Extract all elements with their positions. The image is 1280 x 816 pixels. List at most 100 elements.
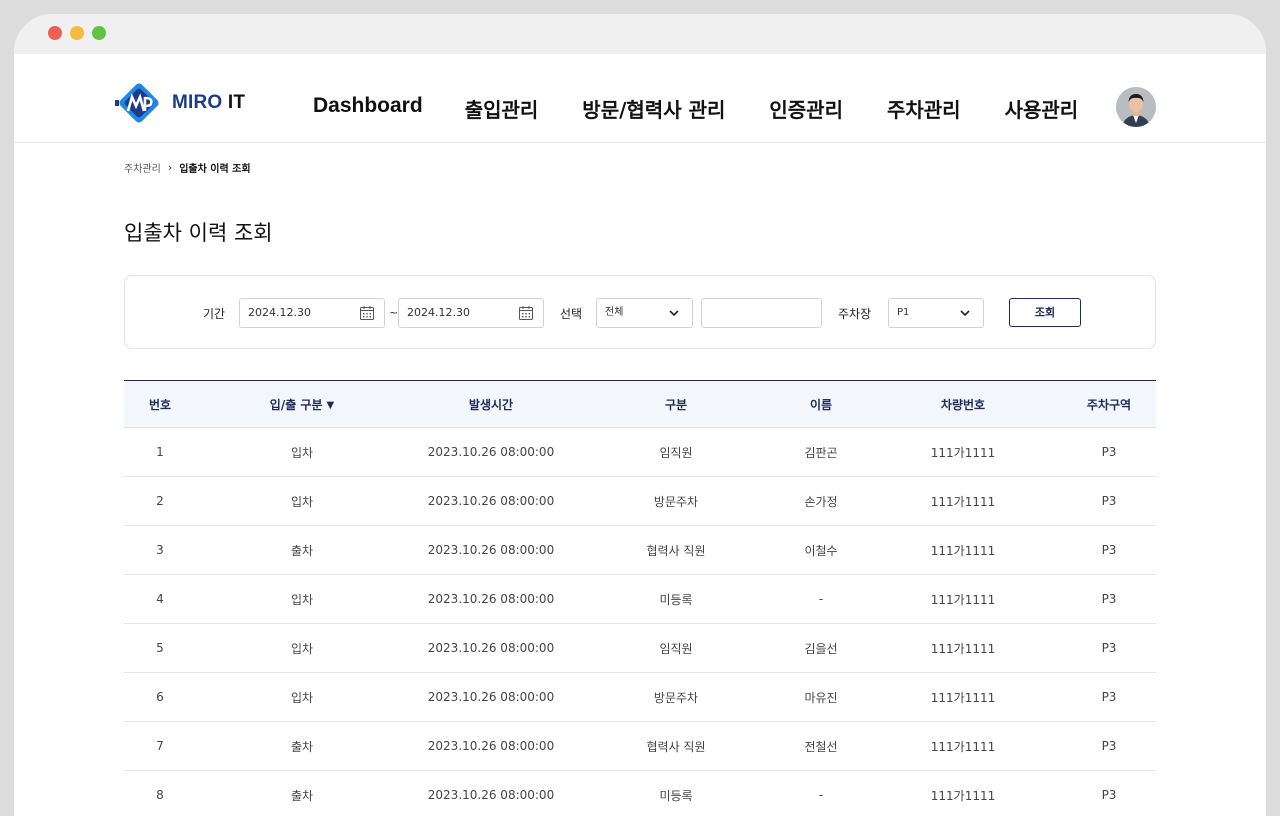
column-header-number: 번호 [148,397,172,412]
cell-type: 미등록 [659,592,693,607]
table-row[interactable]: 5 입차 2023.10.26 08:00:00 임직원 김을선 111가1111 P3 [124,624,1156,673]
cell-name: 이철수 [804,543,838,558]
cell-name: 손가정 [804,494,838,509]
parking-history-table: 번호 입/출 구분 ▼ 발생시간 구분 이름 차량번호 주차구역 1 입차 2023.… [124,380,1156,816]
table-row[interactable]: 4 입차 2023.10.26 08:00:00 미등록 - 111가1111 P3 [124,575,1156,624]
breadcrumb-current: 입출차 이력 조회 [179,164,251,175]
cell-plate: 111가1111 [930,592,996,607]
column-header-zone: 주차구역 [1086,397,1132,412]
app-window: MIRO IT Dashboard 출입관리 방문/협력사 관리 인증관리 주차… [0,0,1280,816]
history-table-container: 번호 입/출 구분 ▼ 발생시간 구분 이름 차량번호 주차구역 1 입차 2023.… [124,380,1156,816]
date-to-value: 2024.12.30 [407,306,470,319]
column-header-plate: 차량번호 [940,397,986,412]
cell-type: 방문주차 [653,690,699,705]
cell-type: 협력사 직원 [646,543,706,558]
cell-zone: P3 [1101,641,1117,655]
cell-number: 7 [156,739,164,753]
cell-number: 2 [156,494,164,508]
parking-lot-label: 주차장 [838,307,872,321]
breadcrumb: 주차관리 › 입출차 이력 조회 [124,160,251,175]
cell-number: 5 [156,641,164,655]
cell-name: 김을선 [804,641,838,656]
category-select[interactable]: 전체 [596,298,693,328]
maximize-window-button[interactable] [92,26,106,40]
column-header-in-out[interactable]: 입/출 구분 ▼ [196,381,408,428]
logo-mark-icon [115,83,159,123]
cell-in-out: 입차 [290,641,314,656]
period-label: 기간 [203,307,226,321]
cell-number: 4 [156,592,164,606]
cell-time: 2023.10.26 08:00:00 [427,592,555,606]
user-photo-icon [1116,87,1156,127]
column-header-in-out-label: 입/출 구분 [269,397,323,412]
keyword-input[interactable] [701,298,822,328]
select-label: 선택 [560,307,583,321]
cell-type: 방문주차 [653,494,699,509]
cell-type: 협력사 직원 [646,739,706,754]
cell-number: 3 [156,543,164,557]
search-filter-panel: 기간 2024.12.30 ~ 2024.12.30 선택 전체 주차장 P1 … [124,275,1156,349]
chevron-right-icon: › [167,161,173,174]
date-range-separator: ~ [389,306,399,319]
cell-plate: 111가1111 [930,543,996,558]
user-avatar[interactable] [1116,87,1156,127]
search-button[interactable]: 조회 [1009,298,1081,327]
cell-name: - [818,592,824,606]
cell-in-out: 출차 [290,788,314,803]
cell-time: 2023.10.26 08:00:00 [427,739,555,753]
cell-zone: P3 [1101,788,1117,802]
title-bar [14,14,1266,54]
cell-in-out: 입차 [290,592,314,607]
table-row[interactable]: 6 입차 2023.10.26 08:00:00 방문주차 마유진 111가1111 P3 [124,673,1156,722]
table-row[interactable]: 1 입차 2023.10.26 08:00:00 임직원 김판곤 111가1111 P3 [124,428,1156,477]
table-header-row: 번호 입/출 구분 ▼ 발생시간 구분 이름 차량번호 주차구역 [124,380,1156,428]
cell-time: 2023.10.26 08:00:00 [427,641,555,655]
cell-name: 전철선 [804,739,838,754]
cell-number: 1 [156,445,164,459]
cell-zone: P3 [1101,690,1117,704]
cell-time: 2023.10.26 08:00:00 [427,788,555,802]
nav-access-management[interactable]: 출입관리 [465,94,539,123]
nav-usage-management[interactable]: 사용관리 [1005,94,1079,123]
table-row[interactable]: 2 입차 2023.10.26 08:00:00 방문주차 손가정 111가1111 P3 [124,477,1156,526]
date-to-field[interactable]: 2024.12.30 [398,298,544,328]
brand-logo[interactable]: MIRO IT [114,77,245,129]
table-row[interactable]: 3 출차 2023.10.26 08:00:00 협력사 직원 이철수 111가1111 P… [124,526,1156,575]
cell-zone: P3 [1101,543,1117,557]
cell-time: 2023.10.26 08:00:00 [427,543,555,557]
date-from-field[interactable]: 2024.12.30 [239,298,385,328]
nav-visitor-partner-management[interactable]: 방문/협력사 관리 [582,94,725,123]
chevron-down-icon [669,310,679,317]
cell-zone: P3 [1101,445,1117,459]
cell-in-out: 입차 [290,494,314,509]
top-header: MIRO IT Dashboard 출입관리 방문/협력사 관리 인증관리 주차… [14,54,1266,143]
main-nav: Dashboard 출입관리 방문/협력사 관리 인증관리 주차관리 사용관리 [313,94,1122,123]
calendar-icon[interactable] [518,305,534,321]
sort-down-icon[interactable]: ▼ [327,400,335,411]
parking-lot-select-value: P1 [897,307,910,318]
cell-in-out: 출차 [290,739,314,754]
cell-type: 임직원 [659,641,693,656]
table-row[interactable]: 8 출차 2023.10.26 08:00:00 미등록 - 111가1111 P3 [124,771,1156,816]
nav-dashboard[interactable]: Dashboard [313,94,423,123]
minimize-window-button[interactable] [70,26,84,40]
cell-name: 김판곤 [804,445,838,460]
table-row[interactable]: 7 출차 2023.10.26 08:00:00 협력사 직원 전철선 111가1111 P… [124,722,1156,771]
browser-frame: MIRO IT Dashboard 출입관리 방문/협력사 관리 인증관리 주차… [14,14,1266,816]
cell-number: 8 [156,788,164,802]
calendar-icon[interactable] [359,305,375,321]
chevron-down-icon [960,310,970,317]
cell-zone: P3 [1101,494,1117,508]
nav-authentication-management[interactable]: 인증관리 [769,94,843,123]
nav-parking-management[interactable]: 주차관리 [887,94,961,123]
breadcrumb-parent[interactable]: 주차관리 [124,160,161,175]
cell-plate: 111가1111 [930,690,996,705]
cell-zone: P3 [1101,739,1117,753]
cell-plate: 111가1111 [930,739,996,754]
brand-name: MIRO IT [172,92,246,113]
close-window-button[interactable] [48,26,62,40]
category-select-value: 전체 [605,307,624,318]
cell-name: - [818,788,824,802]
parking-lot-select[interactable]: P1 [888,298,984,328]
cell-in-out: 입차 [290,690,314,705]
